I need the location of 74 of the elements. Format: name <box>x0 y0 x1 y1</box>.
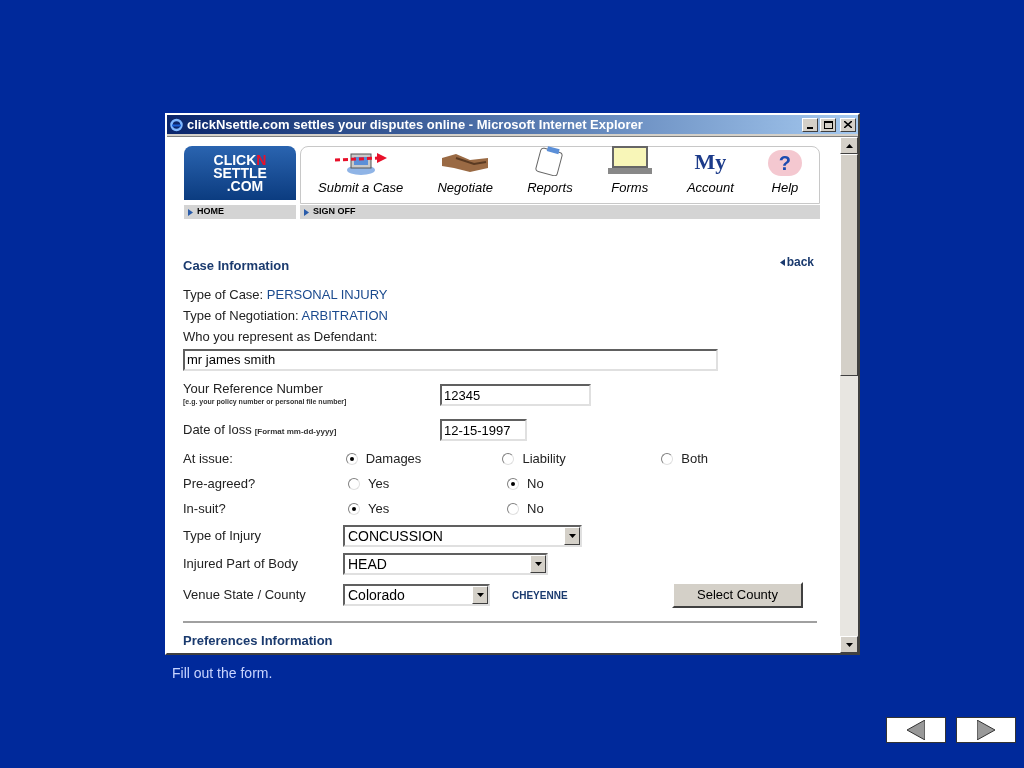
logo[interactable]: CLICKN SETTLE .COM <box>184 146 296 200</box>
info-line: Type of Negotiation: ARBITRATION <box>183 307 389 323</box>
nav-item[interactable]: Negotiate <box>437 145 494 197</box>
play-icon <box>304 208 309 216</box>
dropdown[interactable]: Colorado <box>343 584 490 606</box>
section-title: Preferences Information <box>183 632 334 650</box>
back-link[interactable]: back <box>779 253 814 271</box>
slide-caption: Fill out the form. <box>172 664 273 683</box>
option-label: Yes <box>368 499 390 518</box>
down-arrow-icon <box>845 642 853 647</box>
option-label: Liability <box>522 449 566 468</box>
field-label: Venue State / County <box>183 586 307 605</box>
radio-button[interactable] <box>348 477 360 490</box>
radio-button[interactable] <box>502 452 515 465</box>
radio-button[interactable] <box>507 502 519 515</box>
dropdown-arrow-icon <box>568 534 576 538</box>
field-label: Your Reference Number <box>183 382 324 395</box>
play-icon <box>188 208 193 216</box>
browser-icon <box>169 117 184 132</box>
field-label: Pre-agreed? <box>183 474 257 493</box>
left-triangle-icon <box>779 258 785 266</box>
help-icon: ? <box>767 149 802 176</box>
field-label: At issue: <box>183 449 234 468</box>
minimize-icon <box>807 126 813 129</box>
nav-link[interactable]: SIGN OFF <box>300 205 820 219</box>
nav-item[interactable]: Forms <box>606 145 653 197</box>
my-account-icon: My <box>694 147 727 176</box>
field-label: In-suit? <box>183 499 227 518</box>
scroll-up-button[interactable] <box>840 137 858 154</box>
next-button[interactable] <box>956 717 1016 743</box>
radio-button[interactable] <box>348 502 360 515</box>
left-triangle-icon <box>907 720 925 740</box>
laptop-icon <box>606 145 653 176</box>
close-button[interactable] <box>840 117 856 132</box>
input-field[interactable]: 12-15-1997 <box>440 419 527 441</box>
nav-item[interactable]: Submit a Case <box>318 145 404 197</box>
dropdown[interactable]: CONCUSSION <box>343 525 582 547</box>
scroll-down-button[interactable] <box>840 636 858 653</box>
nav-item[interactable]: ? Help <box>767 149 802 197</box>
maximize-icon <box>823 120 833 129</box>
input-field[interactable]: mr james smith <box>183 348 718 371</box>
scroll-thumb[interactable] <box>840 154 858 376</box>
section-title: Case Information <box>183 256 290 275</box>
nav-item[interactable]: My Account <box>686 147 734 197</box>
nav-link[interactable]: HOME <box>184 205 296 219</box>
option-label: Both <box>681 449 708 468</box>
county-name: CHEYENNE <box>512 588 569 603</box>
field-label: Who you represent as Defendant: <box>183 328 379 344</box>
option-label: No <box>527 499 544 518</box>
info-line: Type of Case: PERSONAL INJURY <box>183 286 389 302</box>
dropdown-arrow-icon <box>534 562 542 566</box>
option-label: No <box>527 474 544 493</box>
maximize-button[interactable] <box>820 117 836 132</box>
option-label: Damages <box>365 449 422 468</box>
field-hint: [Format mm-dd-yyyy] <box>254 426 337 439</box>
close-icon <box>844 121 852 128</box>
window-title: clickNsettle.com settles your disputes online - Microsoft Internet Explorer <box>187 115 644 134</box>
dropdown-arrow-icon <box>476 593 484 597</box>
radio-button[interactable] <box>661 452 674 465</box>
select-county-button[interactable]: Select County <box>672 582 803 608</box>
radio-button[interactable] <box>345 452 358 465</box>
radio-button[interactable] <box>507 477 519 490</box>
option-label: Yes <box>368 474 390 493</box>
field-label: Date of loss <box>183 421 252 440</box>
field-label: Injured Part of Body <box>183 555 299 574</box>
minimize-button[interactable] <box>802 117 818 132</box>
input-field[interactable]: 12345 <box>440 384 591 406</box>
previous-button[interactable] <box>886 717 946 743</box>
up-arrow-icon <box>845 143 853 148</box>
field-label: Type of Injury <box>183 527 263 546</box>
nav-item[interactable]: Reports <box>527 145 573 197</box>
scrollbar[interactable] <box>840 137 858 653</box>
dropdown[interactable]: HEAD <box>343 553 548 575</box>
right-triangle-icon <box>977 720 995 740</box>
